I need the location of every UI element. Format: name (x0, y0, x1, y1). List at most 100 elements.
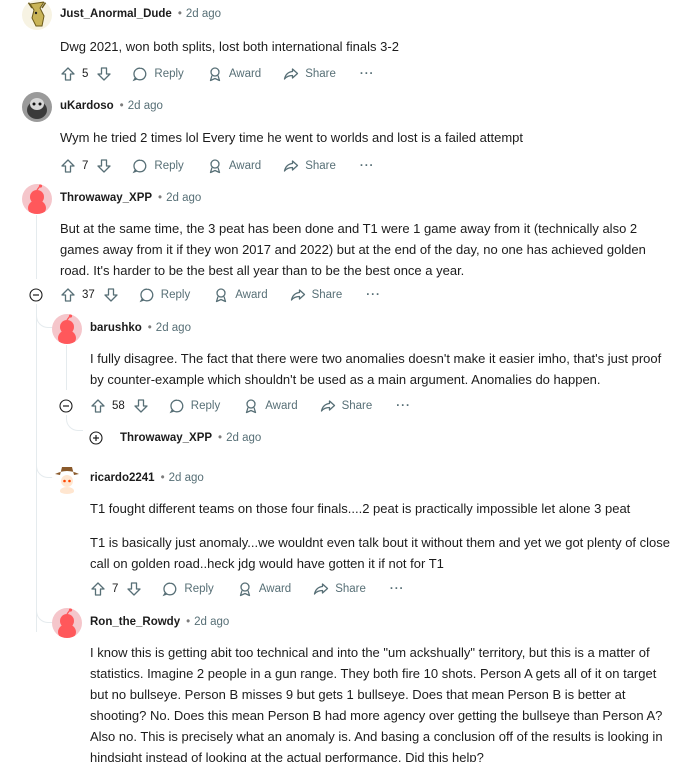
comment-bubble-icon (132, 158, 148, 174)
reply-button[interactable]: Reply (162, 581, 214, 597)
reply-button[interactable]: Reply (132, 66, 184, 82)
share-icon (283, 158, 299, 174)
upvote-icon[interactable] (60, 287, 76, 303)
timestamp[interactable]: 2d ago (226, 432, 261, 444)
vote-score: 7 (82, 160, 89, 172)
more-options-icon[interactable]: ··· (396, 400, 411, 412)
timestamp[interactable]: 2d ago (169, 472, 204, 484)
author-name[interactable]: Ron_the_Rowdy (90, 616, 180, 628)
more-options-icon[interactable]: ··· (360, 160, 375, 172)
author-name[interactable]: Just_Anormal_Dude (60, 8, 172, 20)
collapse-thread-icon[interactable] (59, 399, 73, 413)
author-name[interactable]: Throwaway_XPP (120, 432, 212, 444)
upvote-icon[interactable] (90, 581, 106, 597)
share-label: Share (311, 289, 343, 301)
timestamp[interactable]: 2d ago (156, 322, 191, 334)
avatar[interactable] (22, 92, 52, 122)
avatar[interactable] (22, 184, 52, 214)
upvote-icon[interactable] (60, 158, 76, 174)
more-options-icon[interactable]: ··· (366, 289, 381, 301)
award-button[interactable]: Award (213, 287, 268, 303)
action-bar: 58 Reply Award Share ··· (90, 396, 411, 416)
comment-paragraph: T1 fought different teams on those four … (90, 501, 631, 516)
comment-body: Dwg 2021, won both splits, lost both int… (60, 36, 670, 57)
award-label: Award (235, 289, 268, 301)
share-button[interactable]: Share (313, 581, 366, 597)
downvote-icon[interactable] (96, 66, 112, 82)
timestamp[interactable]: 2d ago (194, 616, 229, 628)
timestamp[interactable]: 2d ago (128, 100, 163, 112)
thread-line (66, 345, 67, 390)
action-bar: 37 Reply Award Share ··· (60, 285, 381, 305)
author-name[interactable]: ricardo2241 (90, 472, 155, 484)
comment-body: I fully disagree. The fact that there we… (90, 348, 676, 390)
separator-dot: • (160, 472, 165, 484)
avatar[interactable] (52, 314, 82, 344)
expand-thread-icon[interactable] (89, 431, 103, 445)
comment-meta: Throwaway_XPP • 2d ago (120, 432, 261, 444)
vote-score: 5 (82, 68, 89, 80)
award-icon (207, 158, 223, 174)
downvote-icon[interactable] (103, 287, 119, 303)
reply-button[interactable]: Reply (132, 158, 184, 174)
comment-paragraph: But at the same time, the 3 peat has bee… (60, 221, 646, 278)
vote-score: 37 (82, 289, 95, 301)
separator-dot: • (119, 100, 124, 112)
author-name[interactable]: barushko (90, 322, 142, 334)
share-label: Share (305, 160, 336, 172)
collapse-thread-icon[interactable] (29, 288, 43, 302)
author-name[interactable]: Throwaway_XPP (60, 192, 152, 204)
action-bar: 7 Reply Award Share ··· (90, 579, 404, 599)
upvote-icon[interactable] (90, 398, 106, 414)
share-label: Share (305, 68, 336, 80)
reply-label: Reply (160, 289, 191, 301)
share-button[interactable]: Share (283, 66, 336, 82)
award-button[interactable]: Award (237, 581, 291, 597)
more-options-icon[interactable]: ··· (360, 68, 375, 80)
snoo-avatar-icon (52, 608, 82, 638)
comment-bubble-icon (162, 581, 178, 597)
share-icon (283, 66, 299, 82)
share-label: Share (335, 583, 366, 595)
avatar[interactable] (52, 608, 82, 638)
avatar[interactable] (22, 0, 52, 30)
comment-body: I know this is getting abit too technica… (90, 642, 676, 762)
timestamp[interactable]: 2d ago (186, 8, 221, 20)
author-name[interactable]: uKardoso (60, 100, 114, 112)
award-icon (237, 581, 253, 597)
more-options-icon[interactable]: ··· (390, 583, 405, 595)
reply-label: Reply (154, 160, 184, 172)
vote-score: 7 (112, 583, 119, 595)
comment-body: T1 fought different teams on those four … (90, 498, 676, 574)
thread-branch (66, 415, 83, 431)
comment-meta: Just_Anormal_Dude • 2d ago (60, 8, 221, 20)
reply-button[interactable]: Reply (139, 287, 190, 303)
comment-body: Wym he tried 2 times lol Every time he w… (60, 127, 670, 148)
share-button[interactable]: Share (283, 158, 336, 174)
award-icon (207, 66, 223, 82)
downvote-icon[interactable] (96, 158, 112, 174)
share-button[interactable]: Share (290, 287, 343, 303)
snoo-avatar-icon (52, 314, 82, 344)
award-button[interactable]: Award (243, 398, 298, 414)
share-icon (313, 581, 329, 597)
award-icon (213, 287, 229, 303)
share-icon (320, 398, 336, 414)
comment-bubble-icon (132, 66, 148, 82)
thread-branch (36, 312, 53, 328)
vote-score: 58 (112, 400, 125, 412)
reply-button[interactable]: Reply (169, 398, 220, 414)
share-button[interactable]: Share (320, 398, 372, 414)
separator-dot: • (177, 8, 182, 20)
downvote-icon[interactable] (126, 581, 142, 597)
award-button[interactable]: Award (207, 66, 261, 82)
downvote-icon[interactable] (133, 398, 149, 414)
comment-meta: Ron_the_Rowdy • 2d ago (90, 616, 229, 628)
award-button[interactable]: Award (207, 158, 261, 174)
avatar[interactable] (52, 464, 82, 494)
upvote-icon[interactable] (60, 66, 76, 82)
comment-paragraph: Dwg 2021, won both splits, lost both int… (60, 39, 399, 54)
timestamp[interactable]: 2d ago (166, 192, 201, 204)
comment-bubble-icon (139, 287, 155, 303)
action-bar: 7 Reply Award Share ··· (60, 156, 374, 176)
